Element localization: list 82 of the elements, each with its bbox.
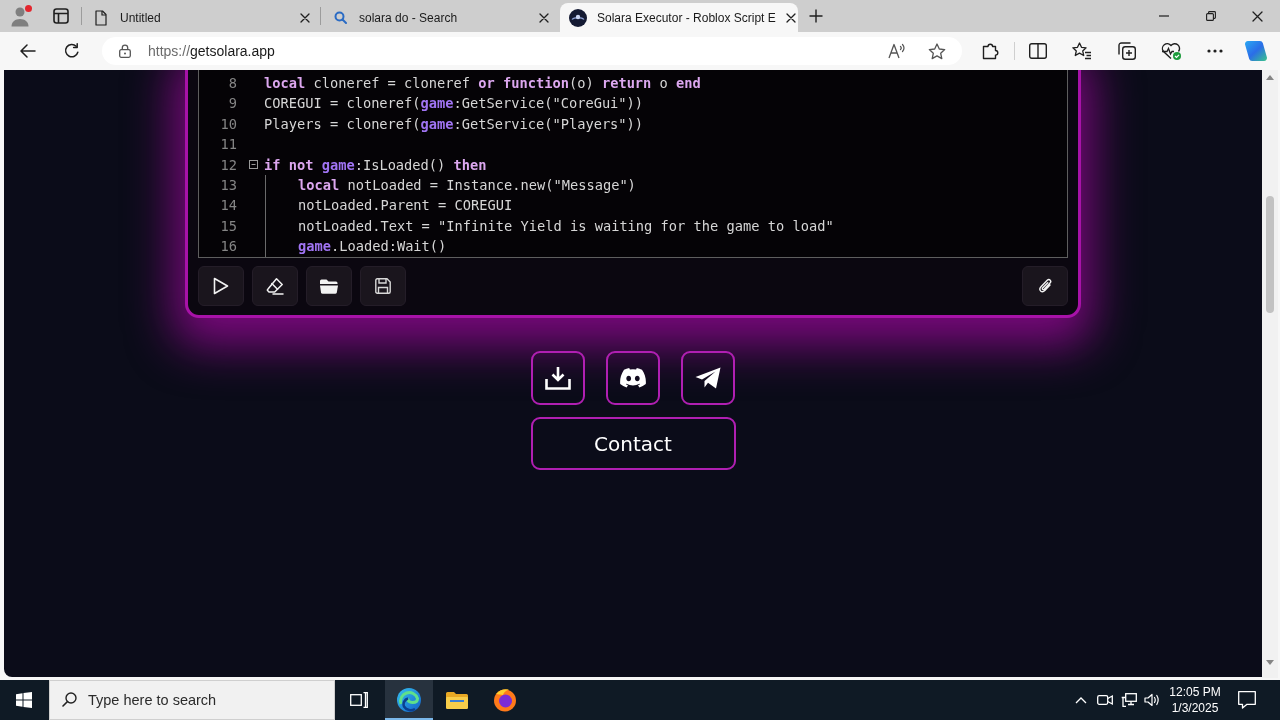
- window-icon[interactable]: [53, 8, 69, 24]
- line-number: 15: [219, 216, 237, 236]
- back-arrow-icon[interactable]: [20, 44, 36, 58]
- download-button[interactable]: [531, 351, 585, 405]
- puzzle-piece-icon[interactable]: [982, 42, 1000, 60]
- folder-icon: [320, 278, 338, 294]
- code-area[interactable]: [198, 70, 1068, 258]
- browser-tab[interactable]: Solara Executor - Roblox Script E: [560, 3, 798, 32]
- close-icon[interactable]: [539, 12, 549, 23]
- telegram-button[interactable]: [681, 351, 735, 405]
- collapse-icon[interactable]: [249, 160, 258, 170]
- browser-app-button[interactable]: [385, 680, 433, 720]
- close-icon[interactable]: [300, 12, 310, 23]
- code-line: game.Loaded:Wait(): [298, 237, 447, 257]
- line-number: 12: [219, 155, 237, 175]
- attach-button[interactable]: [1022, 266, 1068, 306]
- chat-bubble-icon[interactable]: [1238, 691, 1256, 709]
- fox-globe-icon[interactable]: [493, 688, 517, 712]
- clear-button[interactable]: [252, 266, 298, 306]
- swirl-logo-icon[interactable]: [397, 688, 421, 712]
- scrollbar[interactable]: [1262, 70, 1278, 678]
- restore-icon[interactable]: [1205, 11, 1216, 21]
- document-icon: [95, 9, 107, 26]
- line-number: 9: [227, 94, 237, 114]
- run-button[interactable]: [198, 266, 244, 306]
- down-triangle-icon[interactable]: [1266, 660, 1274, 665]
- up-triangle-icon[interactable]: [1266, 75, 1274, 80]
- search-field[interactable]: Type here to search: [49, 680, 335, 720]
- chevron-up-icon[interactable]: [1075, 696, 1087, 704]
- close-icon[interactable]: [1251, 10, 1263, 22]
- folder-icon[interactable]: [445, 690, 469, 710]
- star-list-icon[interactable]: [1072, 42, 1092, 60]
- eraser-icon: [266, 277, 284, 295]
- video-camera-icon[interactable]: [1097, 693, 1113, 707]
- paperclip-icon: [1038, 277, 1052, 295]
- heart-pulse-icon[interactable]: [1161, 42, 1181, 60]
- save-button[interactable]: [360, 266, 406, 306]
- refresh-icon[interactable]: [63, 43, 80, 59]
- more-icon[interactable]: [1206, 49, 1223, 53]
- code-line: Players = cloneref(game:GetService("Players")): [264, 114, 644, 134]
- collections-icon[interactable]: [1117, 42, 1136, 60]
- play-icon: [213, 277, 229, 295]
- search-icon: [333, 11, 347, 24]
- split-screen-icon[interactable]: [1029, 43, 1047, 59]
- scrollbar-thumb[interactable]: [1266, 196, 1274, 313]
- lock-icon[interactable]: [119, 44, 131, 58]
- task-view-icon[interactable]: [350, 692, 368, 708]
- read-aloud-icon[interactable]: [888, 43, 906, 59]
- line-number: 16: [219, 237, 237, 257]
- browser-tab[interactable]: solara do - Search: [322, 3, 558, 32]
- address-bar[interactable]: https://getsolara.app: [102, 37, 962, 65]
- network-icon[interactable]: [1120, 693, 1137, 707]
- open-button[interactable]: [306, 266, 352, 306]
- download-icon: [545, 366, 571, 390]
- code-line: local cloneref = cloneref or function(o) return o end: [264, 74, 701, 93]
- code-line: local notLoaded = Instance.new("Message"): [298, 175, 636, 195]
- line-number: 8: [227, 74, 237, 93]
- discord-logo-icon: [620, 368, 646, 388]
- clock-date[interactable]: 1/3/2025: [1171, 700, 1219, 716]
- search-icon: [62, 692, 77, 707]
- speaker-icon[interactable]: [1144, 693, 1160, 707]
- clock-time[interactable]: 12:05 PM: [1169, 684, 1221, 700]
- paper-plane-icon: [695, 367, 721, 389]
- profile-icon[interactable]: [10, 5, 32, 27]
- floppy-disk-icon: [375, 278, 391, 294]
- line-number: 13: [219, 175, 237, 195]
- line-number: 10: [219, 114, 237, 134]
- windows-logo-icon[interactable]: [16, 692, 32, 708]
- code-line: if not game:IsLoaded() then: [264, 155, 487, 175]
- close-icon[interactable]: [785, 12, 796, 23]
- plus-icon[interactable]: [809, 9, 823, 23]
- discord-button[interactable]: [606, 351, 660, 405]
- code-line: notLoaded.Parent = COREGUI: [298, 196, 513, 216]
- line-number: 11: [219, 135, 237, 155]
- code-line: COREGUI = cloneref(game:GetService("CoreGui")): [264, 94, 644, 114]
- code-line: notLoaded.Text = "Infinite Yield is waiting for the game to load": [298, 216, 834, 236]
- site-logo-icon: [569, 8, 587, 27]
- line-number: 14: [219, 196, 237, 216]
- gradient-logo-icon[interactable]: [1245, 41, 1267, 61]
- star-icon[interactable]: [928, 42, 946, 60]
- contact-button[interactable]: Contact: [530, 417, 736, 470]
- browser-tab[interactable]: Untitled: [83, 3, 319, 32]
